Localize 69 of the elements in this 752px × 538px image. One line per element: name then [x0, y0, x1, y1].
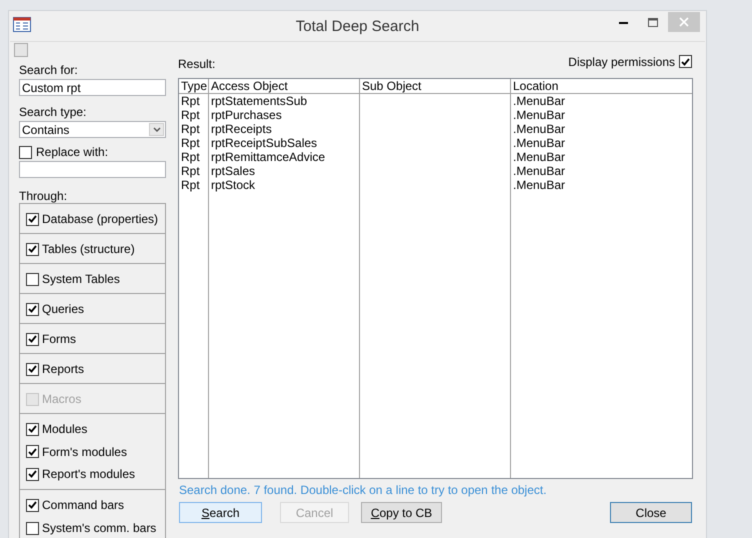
- checkbox[interactable]: [26, 445, 39, 458]
- search-type-dropdown[interactable]: Contains: [19, 121, 166, 138]
- checkbox-label: Replace with:: [36, 145, 108, 159]
- table-cell-text: .MenuBar: [512, 178, 566, 192]
- checkbox-label: Forms: [42, 332, 76, 346]
- checkbox[interactable]: [26, 242, 39, 256]
- table-cell-text: Rpt: [180, 108, 201, 122]
- column-header[interactable]: Location: [511, 79, 692, 94]
- checkbox-label: Queries: [42, 302, 84, 316]
- column-header[interactable]: Access Object: [209, 79, 359, 94]
- checkbox-label: Modules: [42, 422, 88, 436]
- table-cell-text: rptStock: [210, 178, 256, 192]
- table-cell-text: Rpt: [180, 122, 201, 136]
- table-cell-text: .MenuBar: [512, 164, 566, 178]
- checkbox[interactable]: [19, 146, 32, 158]
- table-cell-text: .MenuBar: [512, 136, 566, 150]
- checkbox[interactable]: [26, 422, 39, 436]
- checkbox[interactable]: [14, 43, 28, 57]
- table-cell-text: rptRemittamceAdvice: [210, 150, 326, 164]
- table-cell-text: Rpt: [180, 178, 201, 192]
- table-cell-text: .MenuBar: [512, 94, 566, 108]
- checkbox-label: Form's modules: [42, 444, 127, 459]
- table-cell-text: .MenuBar: [512, 150, 566, 164]
- checkbox-label: Report's modules: [42, 467, 135, 482]
- checkbox-label: Display permissions: [568, 54, 675, 68]
- table-cell-text: Rpt: [180, 136, 201, 150]
- checkbox[interactable]: [26, 302, 39, 316]
- dialog-button[interactable]: Copy to CB: [361, 502, 442, 523]
- checkbox[interactable]: [26, 522, 39, 534]
- checkbox-label: Tables (structure): [42, 242, 135, 256]
- section-label: Through:: [19, 189, 68, 203]
- table-cell-text: rptReceiptSubSales: [210, 136, 318, 150]
- table-cell-text: rptSales: [210, 164, 256, 178]
- search-field[interactable]: Custom rpt: [19, 79, 166, 96]
- replace-field[interactable]: [19, 161, 166, 178]
- field-label: Search for:: [19, 63, 79, 77]
- column-header[interactable]: Type: [179, 79, 208, 94]
- table-cell-text: .MenuBar: [512, 122, 566, 136]
- maximize-icon: [648, 18, 658, 26]
- checkbox[interactable]: [26, 468, 39, 481]
- checkbox-label: System Tables: [42, 272, 120, 286]
- form-icon: [13, 17, 31, 32]
- checkbox-label: Database (properties): [42, 212, 158, 226]
- checkbox[interactable]: [26, 272, 39, 286]
- table-cell-text: Rpt: [180, 94, 201, 108]
- window-title: Total Deep Search: [294, 19, 420, 35]
- checkbox[interactable]: [679, 55, 692, 68]
- result-label: Result:: [178, 57, 216, 71]
- column-header[interactable]: Sub Object: [360, 79, 510, 94]
- checkbox[interactable]: [26, 332, 39, 346]
- table-cell-text: rptStatementsSub: [210, 94, 308, 108]
- table-cell-text: Rpt: [180, 150, 201, 164]
- table-cell-text: Rpt: [180, 164, 201, 178]
- close-icon: [679, 17, 689, 27]
- field-label: Search type:: [19, 105, 88, 119]
- table-cell-text: rptReceipts: [210, 122, 273, 136]
- minimize-icon: [618, 20, 628, 24]
- checkbox-label: Macros: [42, 392, 82, 406]
- checkbox-label: System's comm. bars: [42, 521, 156, 535]
- checkbox[interactable]: [26, 498, 39, 512]
- status-message: Search done. 7 found. Double-click on a line to try to open the object.: [178, 483, 548, 497]
- checkbox[interactable]: [26, 212, 39, 226]
- checkbox-label: Reports: [42, 362, 84, 376]
- table-cell-text: rptPurchases: [210, 108, 283, 122]
- dialog-button[interactable]: Search: [179, 502, 262, 523]
- dialog-button[interactable]: Close: [610, 502, 692, 523]
- checkbox[interactable]: [26, 362, 39, 376]
- checkbox-label: Command bars: [42, 498, 124, 512]
- table-cell-text: .MenuBar: [512, 108, 566, 122]
